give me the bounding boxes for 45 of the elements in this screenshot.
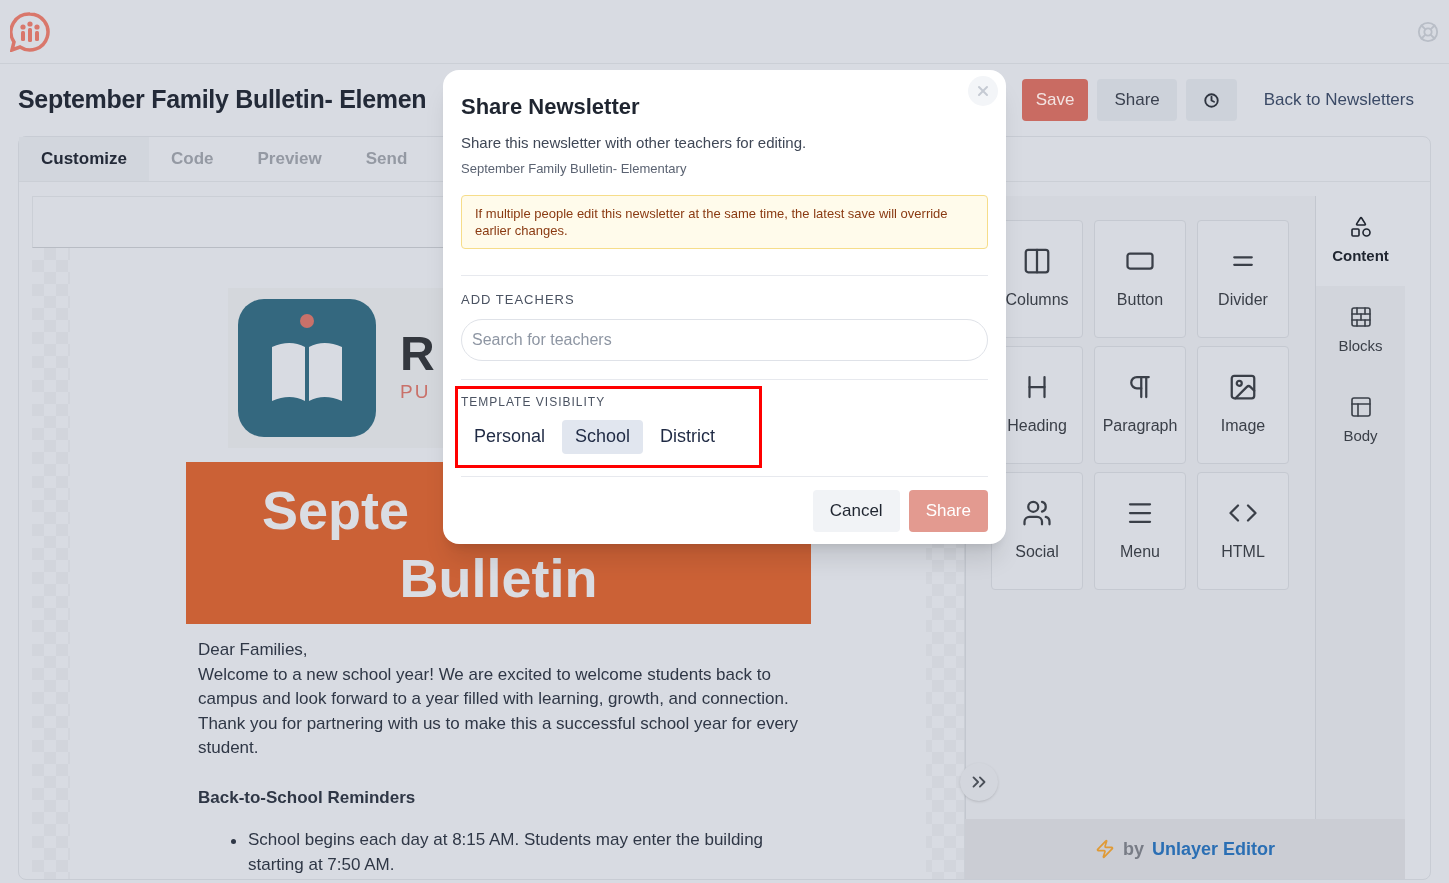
close-icon (975, 83, 991, 99)
content-tool[interactable]: Social (991, 472, 1083, 590)
side-tab[interactable]: Content (1316, 196, 1405, 286)
content-tool[interactable]: HTML (1197, 472, 1289, 590)
history-button[interactable] (1185, 79, 1237, 121)
columns-icon (1022, 246, 1052, 276)
dialog-subtitle: Share this newsletter with other teachers for editing. (461, 133, 808, 153)
newsletter-title: September Family Bulletin- Elemen (18, 84, 427, 116)
bolt-icon (1094, 839, 1115, 859)
visibility-option[interactable]: Personal (461, 419, 559, 454)
reminder-item: School begins each day at 8:15 AM. Students may enter the building starting at 7:50 AM. (248, 828, 815, 877)
clock-icon (1203, 92, 1219, 108)
brick-grid-icon (1348, 304, 1373, 329)
logo-tagline: PU (400, 379, 432, 404)
layout-icon (1348, 394, 1373, 419)
book-logo-icon (238, 299, 376, 437)
template-visibility-label: TEMPLATE VISIBILITY (461, 393, 607, 411)
newsletter-name: September Family Bulletin- Elementary (461, 159, 688, 178)
shapes-icon (1348, 214, 1373, 239)
share-button[interactable]: Share (1097, 79, 1177, 121)
logo-icon (10, 11, 50, 52)
add-teachers-label: ADD TEACHERS (461, 291, 576, 309)
people-icon (1022, 498, 1052, 528)
logo-letter: R (400, 329, 435, 378)
content-tool[interactable]: Button (1094, 220, 1186, 338)
content-tool[interactable]: Image (1197, 346, 1289, 464)
cancel-button[interactable]: Cancel (812, 489, 900, 532)
intro-paragraph: Welcome to a new school year! We are excited to welcome students back to campus and look forward to a year filled with learning, growth, and connection. Thank you for partnering with us to make this a successful school year for every student. (198, 663, 799, 759)
banner-title-line: Septe (261, 479, 411, 542)
warning-banner: If multiple people edit this newsletter at the same time, the latest save will override earlier changes. (461, 195, 988, 249)
content-tool[interactable]: Paragraph (1094, 346, 1186, 464)
by-text: by (1122, 837, 1144, 861)
content-tool[interactable]: Menu (1094, 472, 1186, 590)
banner-title-line: Bulletin (398, 547, 599, 610)
bullet-icon (231, 839, 236, 844)
visibility-option[interactable]: School (562, 419, 644, 454)
dialog-title: Share Newsletter (461, 93, 641, 121)
visibility-option[interactable]: District (647, 419, 729, 454)
content-tool[interactable]: Divider (1197, 220, 1289, 338)
section-heading: Back-to-School Reminders (198, 786, 417, 809)
teacher-search-field[interactable]: Search for teachers (461, 318, 988, 361)
tab[interactable]: Customize (19, 137, 149, 181)
back-link[interactable]: Back to Newsletters (1263, 87, 1414, 113)
greeting-text: Dear Families, (198, 639, 309, 661)
image-icon (1228, 372, 1258, 402)
